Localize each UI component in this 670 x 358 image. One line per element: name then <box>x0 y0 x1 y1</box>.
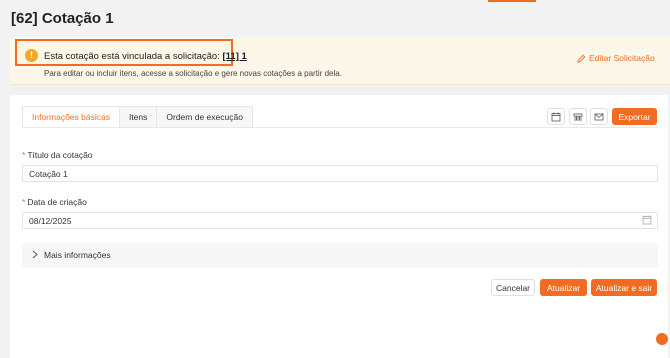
edit-request-link[interactable]: Editar Solicitação <box>577 53 655 63</box>
date-field-label: * Data de criação <box>22 197 87 207</box>
grid-list-icon <box>573 113 583 120</box>
export-button[interactable]: Exportar <box>612 108 657 125</box>
tab-bar: Informações básicas Itens Ordem de execu… <box>22 106 253 127</box>
required-marker: * <box>22 150 26 160</box>
top-accent-bar <box>488 0 536 2</box>
tab-execution-order[interactable]: Ordem de execução <box>156 106 253 127</box>
date-input[interactable] <box>22 212 658 229</box>
update-button[interactable]: Atualizar <box>540 279 587 296</box>
mail-button[interactable] <box>590 108 608 125</box>
tab-divider <box>22 127 658 128</box>
exclamation-icon: ! <box>25 49 38 62</box>
tab-items[interactable]: Itens <box>118 106 158 127</box>
update-and-exit-button[interactable]: Atualizar e sair <box>591 279 657 296</box>
required-marker: * <box>22 197 26 207</box>
date-field-label-text: Data de criação <box>27 197 87 207</box>
tab-basic-info[interactable]: Informações básicas <box>22 106 120 127</box>
mail-icon <box>594 113 604 120</box>
pencil-icon <box>577 54 586 63</box>
grid-list-button[interactable] <box>569 108 587 125</box>
edit-request-label: Editar Solicitação <box>589 53 655 63</box>
cancel-button[interactable]: Cancelar <box>491 279 535 296</box>
calendar-icon[interactable] <box>642 215 652 225</box>
title-input[interactable] <box>22 165 658 182</box>
alert-message-text: Esta cotação está vinculada a solicitaçã… <box>44 51 223 62</box>
alert-subtext: Para editar ou incluir itens, acesse a s… <box>44 69 342 78</box>
calendar-icon <box>551 112 561 121</box>
page-title: [62] Cotação 1 <box>11 10 114 27</box>
alert-message: Esta cotação está vinculada a solicitaçã… <box>44 51 247 62</box>
chevron-right-icon <box>32 250 38 259</box>
more-info-collapse[interactable]: Mais informações <box>22 242 658 268</box>
title-field-label: * Título da cotação <box>22 150 93 160</box>
linked-request-link[interactable]: [11] 1 <box>223 51 247 62</box>
calendar-button[interactable] <box>547 108 565 125</box>
help-fab-button[interactable] <box>656 333 668 345</box>
title-field-label-text: Título da cotação <box>27 150 93 160</box>
more-info-label: Mais informações <box>44 250 111 260</box>
